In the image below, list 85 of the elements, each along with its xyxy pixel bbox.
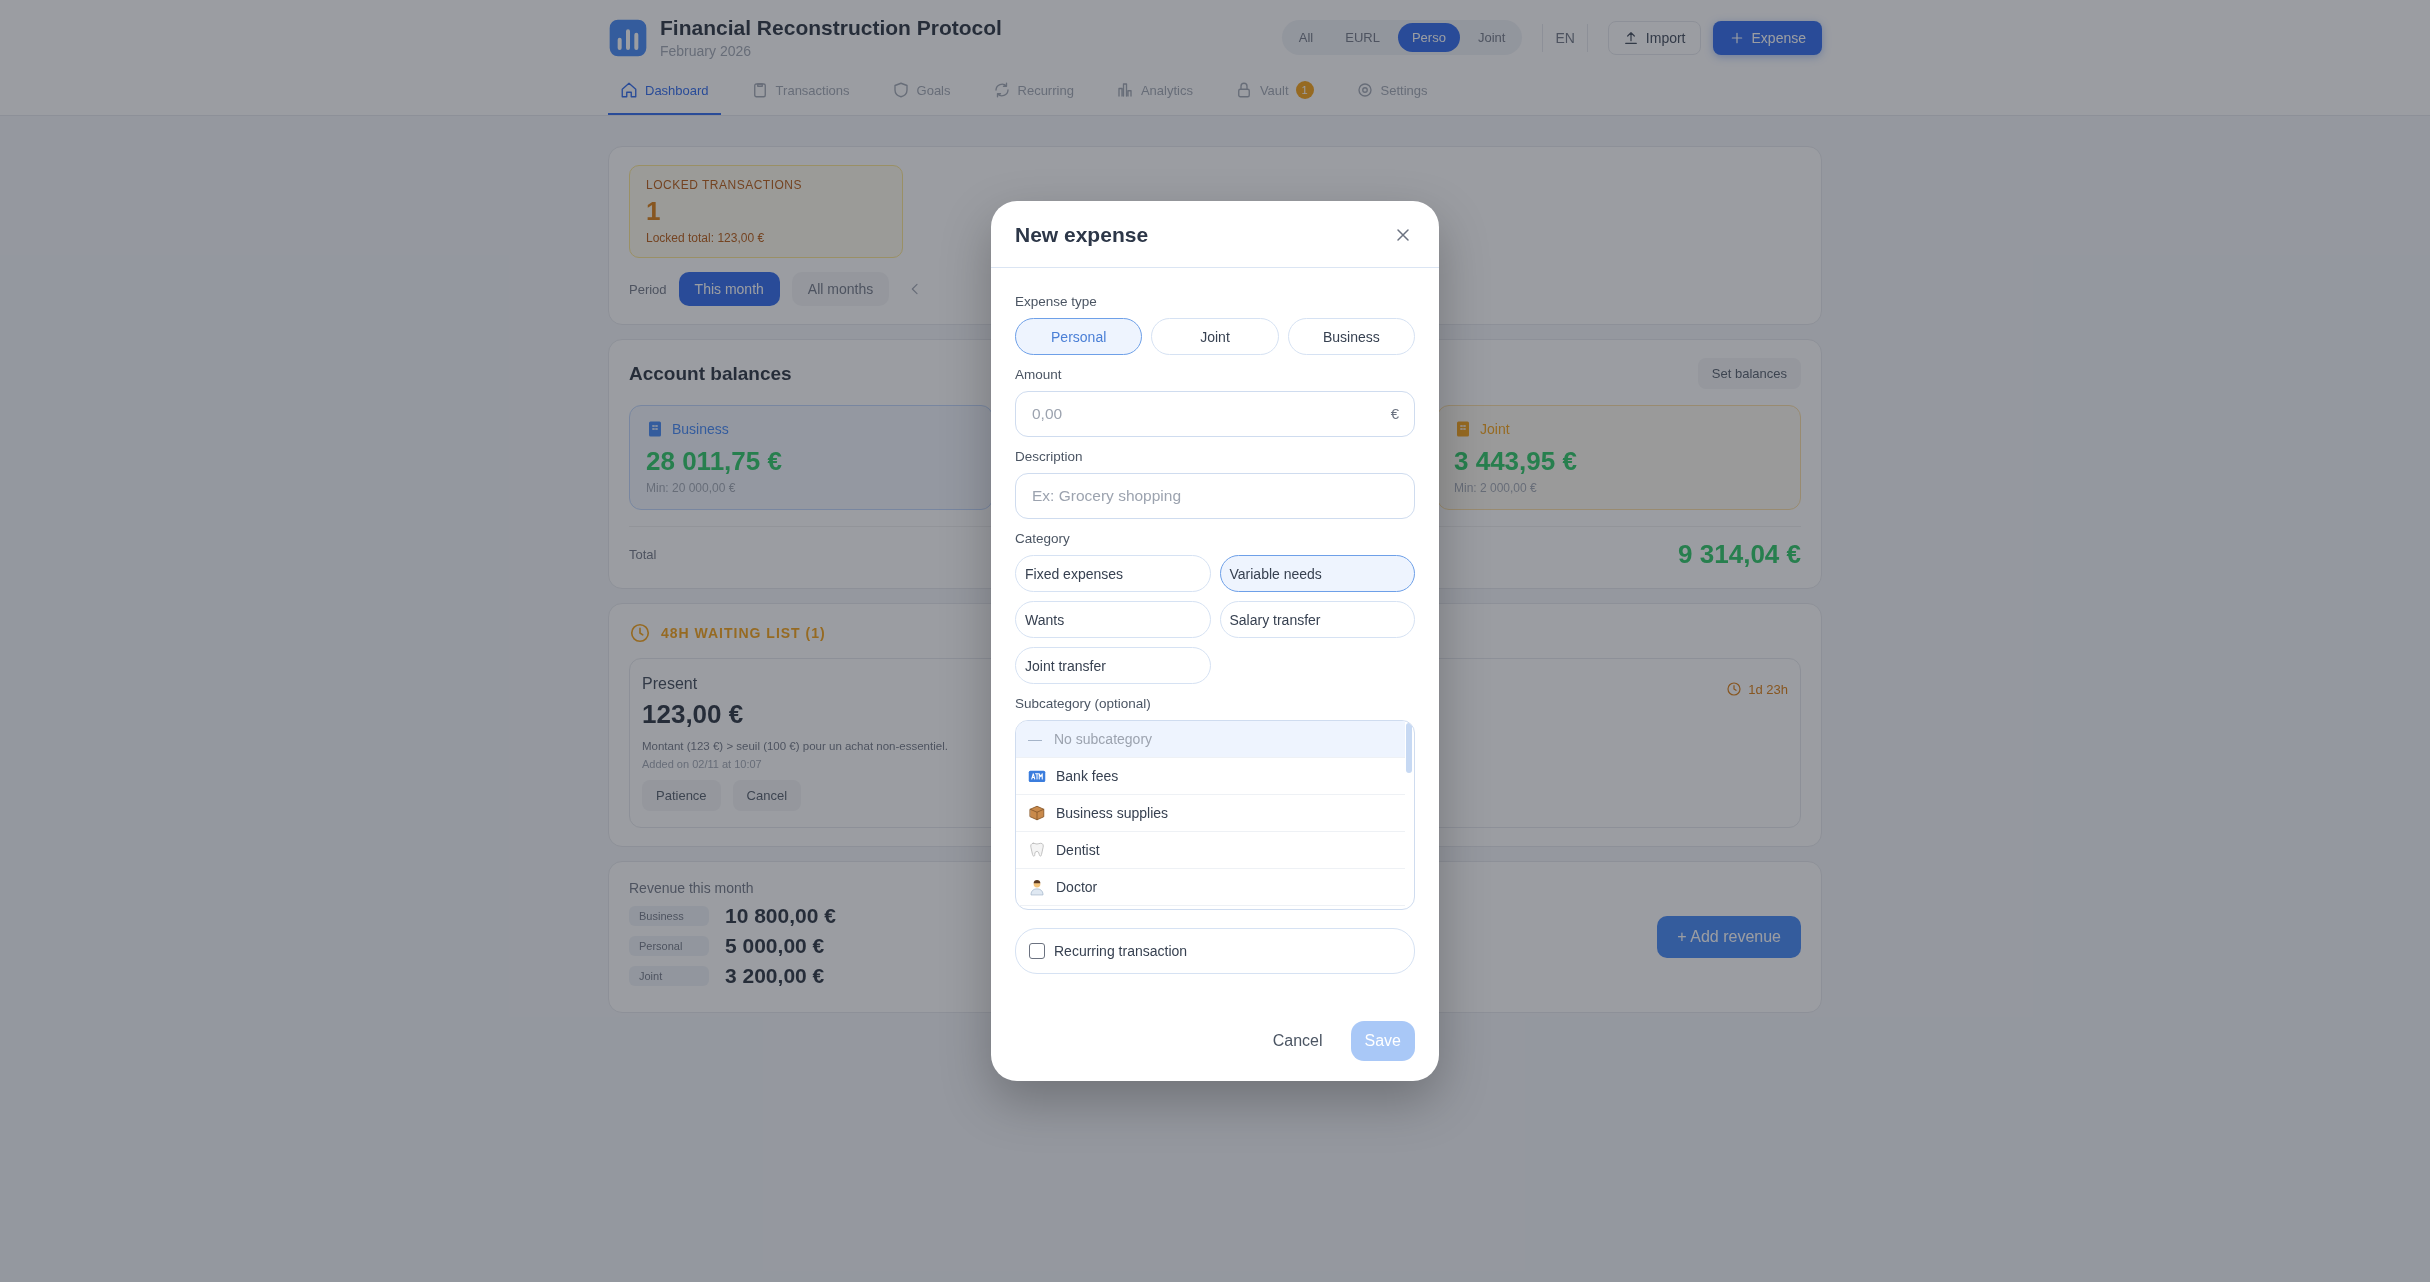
add-revenue-button[interactable]: + Add revenue (1657, 916, 1801, 958)
count-badge: 1 (1295, 81, 1314, 99)
category-option[interactable]: Fixed expenses (1015, 555, 1211, 592)
locked-total: Locked total: 123,00 € (646, 231, 766, 245)
subcategory-label: No subcategory (1054, 731, 1153, 747)
expense-type-option[interactable]: Joint (1151, 318, 1279, 355)
account-icon (646, 420, 664, 438)
countdown-timer: 1d 23h (1726, 681, 1788, 697)
checkbox[interactable] (1029, 943, 1045, 959)
subcategory-option[interactable]: Business supplies (1016, 795, 1405, 832)
total-amount: 9 314,04 € (1678, 539, 1801, 570)
item-action-button[interactable]: Patience (642, 780, 721, 811)
category-option[interactable]: Variable needs (1219, 555, 1415, 592)
set-balances-button[interactable]: Set balances (1697, 358, 1801, 389)
account-name: Joint (1480, 421, 1510, 437)
scope-tab[interactable]: EURL (1331, 23, 1394, 52)
scope-tab[interactable]: Joint (1463, 23, 1520, 52)
item-amount: 123,00 € (642, 699, 745, 730)
item-name: Present (642, 675, 699, 693)
item-reason: Montant (123 €) > seuil (100 €) pour un achat non-essentiel. (642, 740, 948, 752)
field-label: Subcategory (optional) (1015, 696, 1152, 711)
account-balance: 3 443,95 € (1454, 446, 1578, 477)
nav-tab[interactable]: Dashboard (608, 69, 721, 115)
scope-tab[interactable]: All (1284, 23, 1328, 52)
revenue-amount: 3 200,00 € (725, 964, 825, 988)
upload-icon (1622, 29, 1639, 46)
recurring-option[interactable]: Recurring transaction (1015, 928, 1415, 974)
locked-count: 1 (646, 196, 662, 227)
clock-icon (629, 622, 651, 644)
section-title: Account balances (629, 362, 792, 385)
subcategory-option[interactable]: Doctor (1016, 869, 1405, 906)
add-expense-button[interactable]: Expense (1712, 20, 1822, 55)
import-button[interactable]: Import (1607, 20, 1701, 55)
section-label: Revenue this month (629, 880, 755, 896)
expense-type-option[interactable]: Personal (1015, 318, 1143, 355)
bar-chart-icon (1115, 81, 1134, 99)
revenue-amount: 5 000,00 € (725, 934, 825, 958)
period-tab[interactable]: This month (678, 272, 780, 306)
subcategory-label: Business supplies (1056, 805, 1169, 821)
subcategory-option[interactable]: — No subcategory (1016, 721, 1405, 758)
clock-icon (1726, 681, 1743, 697)
scrollbar-thumb (1406, 723, 1412, 773)
revenue-amount: 10 800,00 € (725, 904, 836, 928)
account-balance: 28 011,75 € (646, 446, 783, 477)
house-icon (620, 81, 638, 99)
account-icon (1454, 420, 1472, 438)
description-field[interactable]: Ex: Grocery shopping (1015, 473, 1415, 519)
field-label: Amount (1015, 367, 1063, 382)
app-title: Financial Reconstruction Protocol (660, 16, 1003, 40)
box-icon (1028, 804, 1046, 822)
subcategory-option[interactable]: Bank fees (1016, 758, 1405, 795)
dash-marker: — (1028, 731, 1043, 747)
revenue-label: Joint (629, 966, 709, 986)
cancel-button[interactable]: Cancel (1266, 1031, 1329, 1051)
category-option[interactable]: Joint transfer (1015, 647, 1211, 684)
period-label: Period (629, 281, 667, 297)
scope-tab[interactable]: Perso (1397, 23, 1460, 52)
subcategory-label: Doctor (1056, 879, 1098, 895)
subcategory-label: Dentist (1056, 842, 1100, 858)
item-action-button[interactable]: Cancel (732, 780, 802, 811)
section-label: LOCKED TRANSACTIONS (646, 178, 803, 192)
subcategory-option[interactable]: Dentist (1016, 832, 1405, 869)
checkbox-label: Recurring transaction (1054, 943, 1188, 959)
revenue-label: Personal (629, 936, 709, 956)
shield-icon (891, 81, 910, 99)
subcategory-label: Bank fees (1056, 768, 1119, 784)
refresh-icon (992, 81, 1011, 99)
expense-type-option[interactable]: Business (1287, 318, 1415, 355)
dialog-title: New expense (1015, 223, 1149, 247)
account-name: Business (672, 421, 729, 437)
settings-icon (1355, 81, 1374, 99)
field-label: Expense type (1015, 294, 1098, 309)
section-title: 48H WAITING LIST (1) (661, 625, 826, 641)
revenue-label: Business (629, 906, 709, 926)
logo-icon (608, 17, 648, 58)
tooth-icon (1028, 841, 1046, 859)
period-tab[interactable]: All months (791, 272, 890, 306)
language-button[interactable]: EN (1542, 23, 1588, 52)
person-icon (1028, 878, 1046, 896)
currency-symbol: € (1390, 405, 1399, 422)
field-label: Description (1015, 449, 1084, 464)
category-option[interactable]: Salary transfer (1219, 601, 1415, 638)
category-option[interactable]: Wants (1015, 601, 1211, 638)
total-label: Total (629, 547, 657, 562)
field-label: Category (1015, 531, 1071, 546)
